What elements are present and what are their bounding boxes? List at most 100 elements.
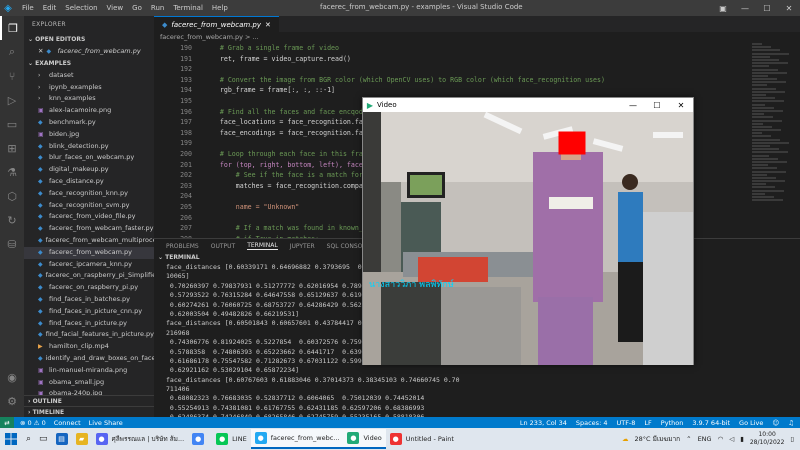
folder-item[interactable]: › ipynb_examples (24, 82, 154, 94)
file-item[interactable]: ◆ benchmark.py (24, 117, 154, 129)
widgets-icon[interactable]: ▤ (52, 429, 72, 449)
volume-icon[interactable]: ◁ (729, 435, 734, 443)
docker-icon[interactable]: ⬡ (0, 184, 24, 208)
video-window[interactable]: ▶ Video — ☐ ✕ นางสาววิภา พลพิทักษ์ (362, 97, 694, 365)
notification-icon[interactable]: ▯ (790, 435, 794, 443)
file-item[interactable]: ◆ blur_faces_on_webcam.py (24, 152, 154, 164)
file-item[interactable]: ▣ lin-manuel-miranda.png (24, 365, 154, 377)
file-item[interactable]: ◆facerec_from_webcam_multiprocess... (24, 235, 154, 247)
cursor-position[interactable]: Ln 233, Col 34 (520, 419, 567, 427)
folder-item[interactable]: › dataset (24, 70, 154, 82)
sql-icon[interactable]: ⛁ (0, 232, 24, 256)
connect-status[interactable]: Connect (54, 419, 81, 427)
eol[interactable]: LF (644, 419, 651, 427)
file-item[interactable]: ◆ blink_detection.py (24, 141, 154, 153)
tab-terminal[interactable]: TERMINAL (247, 242, 278, 250)
menu-go[interactable]: Go (132, 4, 142, 12)
menu-terminal[interactable]: Terminal (173, 4, 203, 12)
language-indicator[interactable]: ENG (698, 435, 712, 443)
video-minimize-button[interactable]: — (621, 98, 645, 112)
clock[interactable]: 10:00 28/10/2022 (750, 431, 785, 447)
examples-section[interactable]: ⌄ EXAMPLES (24, 58, 154, 70)
video-close-button[interactable]: ✕ (669, 98, 693, 112)
battery-icon[interactable]: ▮ (740, 435, 744, 443)
video-titlebar[interactable]: ▶ Video — ☐ ✕ (363, 98, 693, 112)
maximize-button[interactable]: ☐ (756, 0, 778, 16)
indentation[interactable]: Spaces: 4 (576, 419, 608, 427)
file-item[interactable]: ▣ alex-lacamoire.png (24, 105, 154, 117)
file-item[interactable]: ◆ find_facial_features_in_picture.py (24, 329, 154, 341)
taskbar-app[interactable]: ● (188, 429, 212, 449)
taskbar-app[interactable]: ● ศุลีพรรณแล | บริษัท ส้ม... (92, 429, 189, 449)
minimap[interactable] (752, 43, 792, 233)
weather-icon[interactable]: ☁ (622, 435, 629, 443)
layout-icon[interactable]: ▣ (712, 0, 734, 16)
file-item[interactable]: ◆identify_and_draw_boxes_on_faces.py (24, 353, 154, 365)
outline-section[interactable]: › OUTLINE (24, 395, 154, 406)
file-item[interactable]: ◆ facerec_from_video_file.py (24, 211, 154, 223)
task-view-icon[interactable]: ▭ (35, 429, 52, 449)
minimize-button[interactable]: — (734, 0, 756, 16)
file-item[interactable]: ◆ facerec_from_webcam_faster.py (24, 223, 154, 235)
menu-selection[interactable]: Selection (65, 4, 97, 12)
file-item[interactable]: ◆ face_recognition_svm.py (24, 200, 154, 212)
feedback-icon[interactable]: ☺ (772, 419, 779, 427)
file-item[interactable]: ▣ biden.jpg (24, 129, 154, 141)
folder-item[interactable]: › knn_examples (24, 93, 154, 105)
run-debug-icon[interactable]: ▷ (0, 88, 24, 112)
timeline-section[interactable]: › TIMELINE (24, 406, 154, 417)
encoding[interactable]: UTF-8 (616, 419, 635, 427)
close-icon[interactable]: ✕ (265, 21, 271, 29)
file-item[interactable]: ◆ facerec_from_webcam.py (24, 246, 154, 259)
file-item[interactable]: ◆ digital_makeup.py (24, 164, 154, 176)
taskbar-app[interactable]: ● Video (343, 429, 386, 449)
start-button[interactable] (0, 428, 22, 450)
menu-help[interactable]: Help (212, 4, 228, 12)
extensions-icon[interactable]: ⊞ (0, 136, 24, 160)
tray-chevron-icon[interactable]: ⌃ (686, 435, 691, 443)
live-share-status[interactable]: Live Share (89, 419, 123, 427)
tab-facerec-from-webcam[interactable]: ◆ facerec_from_webcam.py ✕ (154, 16, 279, 32)
remote-icon[interactable]: ⇄ (0, 417, 14, 428)
taskbar-app[interactable]: ● LINE (212, 429, 251, 449)
testing-icon[interactable]: ⚗ (0, 160, 24, 184)
open-editor-item[interactable]: ✕ ◆ facerec_from_webcam.py (24, 46, 154, 58)
bell-icon[interactable]: ♫ (788, 419, 794, 427)
menu-edit[interactable]: Edit (43, 4, 57, 12)
file-item[interactable]: ◆ facerec_ipcamera_knn.py (24, 259, 154, 271)
file-item[interactable]: ◆ facerec_on_raspberry_pi.py (24, 282, 154, 294)
file-item[interactable]: ◆facerec_on_raspberry_pi_Simplified_... (24, 270, 154, 282)
file-item[interactable]: ◆ find_faces_in_picture.py (24, 318, 154, 330)
close-button[interactable]: ✕ (778, 0, 800, 16)
taskbar-app[interactable]: ● Untitled - Paint (386, 429, 458, 449)
file-item[interactable]: ◆ find_faces_in_batches.py (24, 294, 154, 306)
file-item[interactable]: ▶ hamilton_clip.mp4 (24, 341, 154, 353)
file-item[interactable]: ◆ face_distance.py (24, 176, 154, 188)
menu-run[interactable]: Run (151, 4, 164, 12)
breadcrumb[interactable]: facerec_from_webcam.py > ... (154, 32, 800, 43)
file-item[interactable]: ◆ find_faces_in_picture_cnn.py (24, 306, 154, 318)
close-icon[interactable]: ✕ (38, 46, 43, 58)
taskbar-app[interactable]: ● facerec_from_webc... (250, 429, 344, 449)
explorer-icon[interactable]: ❐ (0, 16, 24, 40)
python-interpreter[interactable]: 3.9.7 64-bit (692, 419, 730, 427)
weather-text[interactable]: 28°C มีเมฆมาก (634, 434, 680, 444)
file-explorer-icon[interactable]: ▰ (72, 429, 92, 449)
menu-file[interactable]: File (22, 4, 34, 12)
problems-status[interactable]: ⊗ 0 ⚠ 0 (20, 419, 46, 427)
file-item[interactable]: ▣ obama_small.jpg (24, 377, 154, 389)
source-control-icon[interactable]: ⑂ (0, 64, 24, 88)
remote-explorer-icon[interactable]: ▭ (0, 112, 24, 136)
settings-gear-icon[interactable]: ⚙ (0, 389, 24, 413)
video-maximize-button[interactable]: ☐ (645, 98, 669, 112)
live-share-icon[interactable]: ↻ (0, 208, 24, 232)
search-icon[interactable]: ⌕ (0, 40, 24, 64)
tab-problems[interactable]: PROBLEMS (166, 243, 199, 250)
language-mode[interactable]: Python (661, 419, 684, 427)
account-icon[interactable]: ◉ (0, 365, 24, 389)
menu-view[interactable]: View (107, 4, 124, 12)
tab-output[interactable]: OUTPUT (211, 243, 235, 250)
file-item[interactable]: ◆ face_recognition_knn.py (24, 188, 154, 200)
taskbar-search-icon[interactable]: ⌕ (22, 429, 35, 449)
tab-jupyter[interactable]: JUPYTER (290, 243, 315, 250)
